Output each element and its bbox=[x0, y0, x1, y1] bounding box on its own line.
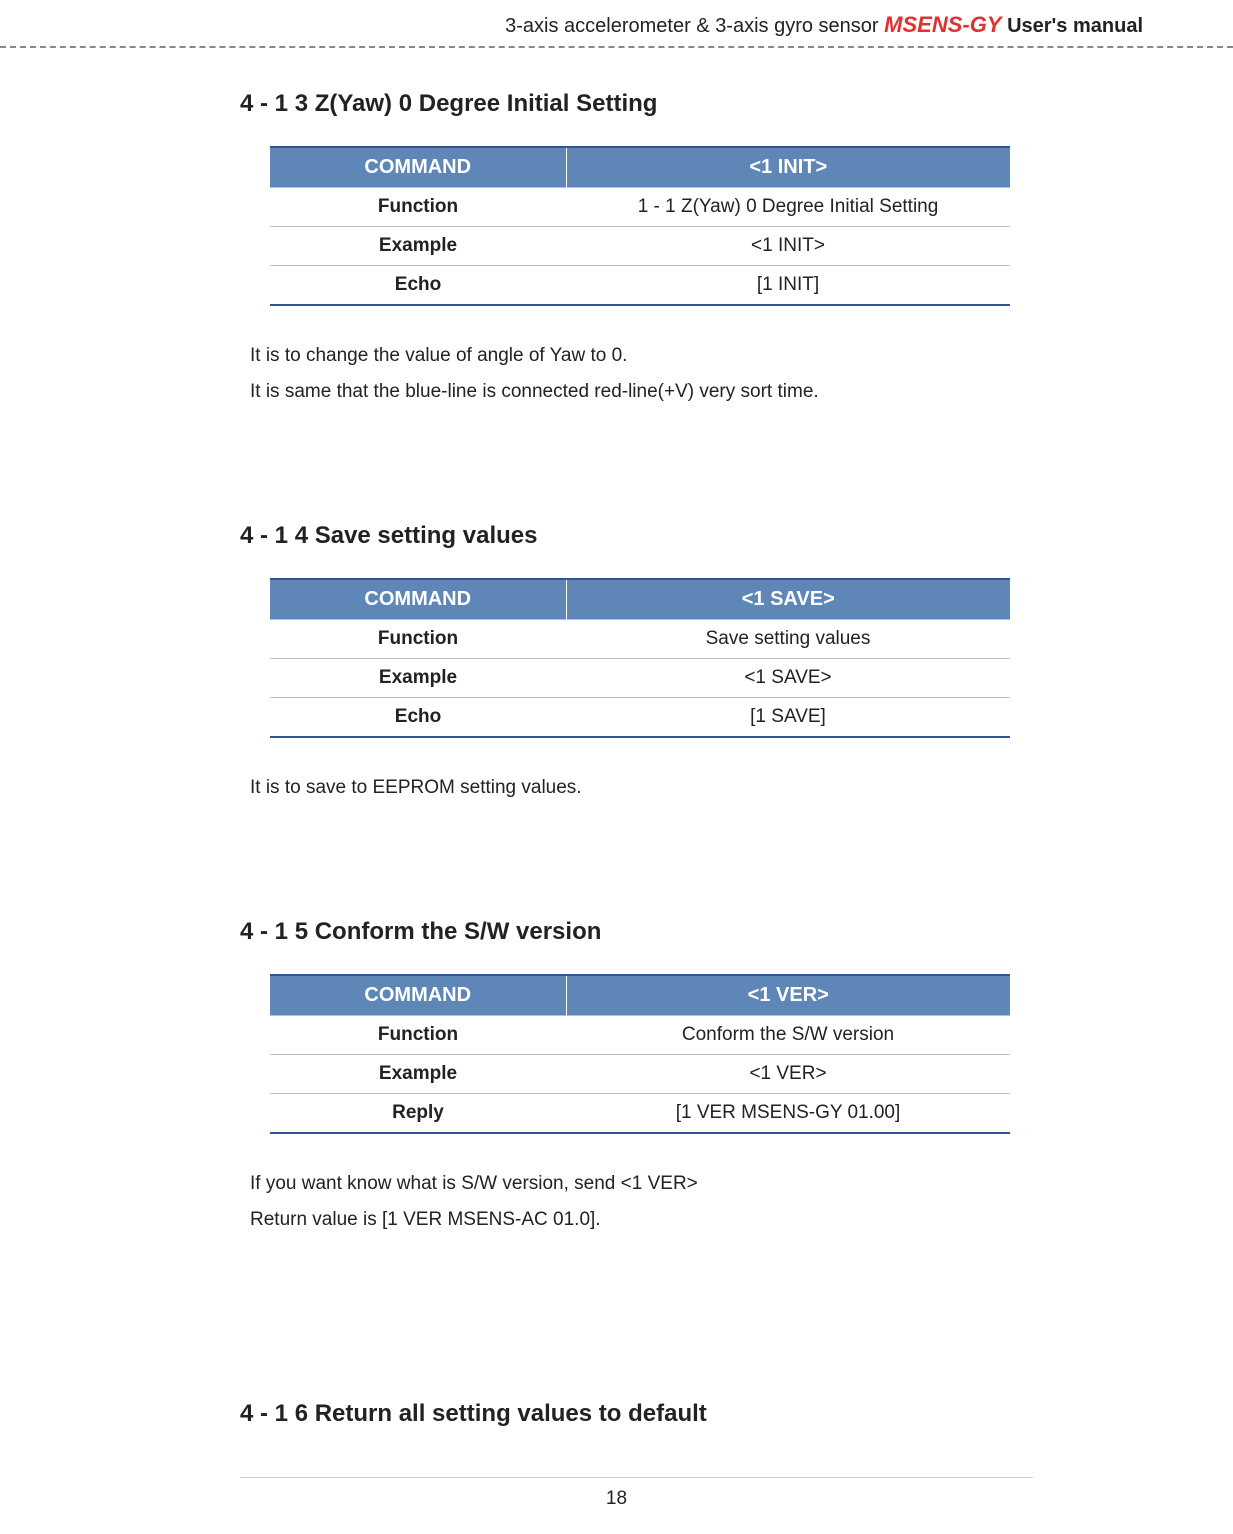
cell-example-value: <1 VER> bbox=[566, 1055, 1010, 1094]
th-syntax: <1 VER> bbox=[566, 975, 1010, 1016]
page-header: 3-axis accelerometer & 3-axis gyro senso… bbox=[0, 12, 1233, 38]
section-4-1-3-title: 4 - 1 3 Z(Yaw) 0 Degree Initial Setting bbox=[240, 90, 1033, 118]
table-row: Reply [1 VER MSENS-GY 01.00] bbox=[270, 1094, 1010, 1134]
cell-example-label: Example bbox=[270, 1055, 566, 1094]
cell-function-value: Save setting values bbox=[566, 620, 1010, 659]
section-4-1-6-title: 4 - 1 6 Return all setting values to def… bbox=[240, 1400, 1033, 1428]
table-row: Function 1 - 1 Z(Yaw) 0 Degree Initial S… bbox=[270, 188, 1010, 227]
header-product: MSENS-GY bbox=[884, 12, 1001, 37]
save-command-table: COMMAND <1 SAVE> Function Save setting v… bbox=[270, 578, 1010, 738]
cell-function-value: Conform the S/W version bbox=[566, 1016, 1010, 1055]
th-command: COMMAND bbox=[270, 975, 566, 1016]
init-command-table: COMMAND <1 INIT> Function 1 - 1 Z(Yaw) 0… bbox=[270, 146, 1010, 306]
init-desc-1: It is to change the value of angle of Ya… bbox=[250, 338, 1033, 374]
cell-echo-value: [1 INIT] bbox=[566, 266, 1010, 306]
cell-echo-label: Echo bbox=[270, 266, 566, 306]
th-command: COMMAND bbox=[270, 147, 566, 188]
header-manual: User's manual bbox=[1002, 15, 1143, 37]
table-row: Function Save setting values bbox=[270, 620, 1010, 659]
th-command: COMMAND bbox=[270, 579, 566, 620]
ver-command-table: COMMAND <1 VER> Function Conform the S/W… bbox=[270, 974, 1010, 1134]
header-divider bbox=[0, 46, 1233, 48]
ver-desc-2: Return value is [1 VER MSENS-AC 01.0]. bbox=[250, 1202, 1033, 1238]
table-row: Echo [1 SAVE] bbox=[270, 698, 1010, 738]
header-desc: 3-axis accelerometer & 3-axis gyro senso… bbox=[505, 15, 884, 37]
ver-desc-1: If you want know what is S/W version, se… bbox=[250, 1166, 1033, 1202]
th-syntax: <1 SAVE> bbox=[566, 579, 1010, 620]
cell-reply-value: [1 VER MSENS-GY 01.00] bbox=[566, 1094, 1010, 1134]
section-4-1-4-title: 4 - 1 4 Save setting values bbox=[240, 522, 1033, 550]
cell-echo-label: Echo bbox=[270, 698, 566, 738]
init-desc-2: It is same that the blue-line is connect… bbox=[250, 374, 1033, 410]
cell-reply-label: Reply bbox=[270, 1094, 566, 1134]
cell-echo-value: [1 SAVE] bbox=[566, 698, 1010, 738]
table-row: Function Conform the S/W version bbox=[270, 1016, 1010, 1055]
cell-function-label: Function bbox=[270, 1016, 566, 1055]
cell-example-value: <1 SAVE> bbox=[566, 659, 1010, 698]
cell-example-label: Example bbox=[270, 659, 566, 698]
page-number: 18 bbox=[0, 1488, 1233, 1510]
save-desc-1: It is to save to EEPROM setting values. bbox=[250, 770, 1033, 806]
th-syntax: <1 INIT> bbox=[566, 147, 1010, 188]
table-row: Echo [1 INIT] bbox=[270, 266, 1010, 306]
cell-function-label: Function bbox=[270, 620, 566, 659]
table-row: Example <1 VER> bbox=[270, 1055, 1010, 1094]
table-row: Example <1 SAVE> bbox=[270, 659, 1010, 698]
section-4-1-5-title: 4 - 1 5 Conform the S/W version bbox=[240, 918, 1033, 946]
footer-divider bbox=[240, 1477, 1033, 1478]
table-row: Example <1 INIT> bbox=[270, 227, 1010, 266]
cell-function-label: Function bbox=[270, 188, 566, 227]
cell-example-value: <1 INIT> bbox=[566, 227, 1010, 266]
cell-function-value: 1 - 1 Z(Yaw) 0 Degree Initial Setting bbox=[566, 188, 1010, 227]
cell-example-label: Example bbox=[270, 227, 566, 266]
